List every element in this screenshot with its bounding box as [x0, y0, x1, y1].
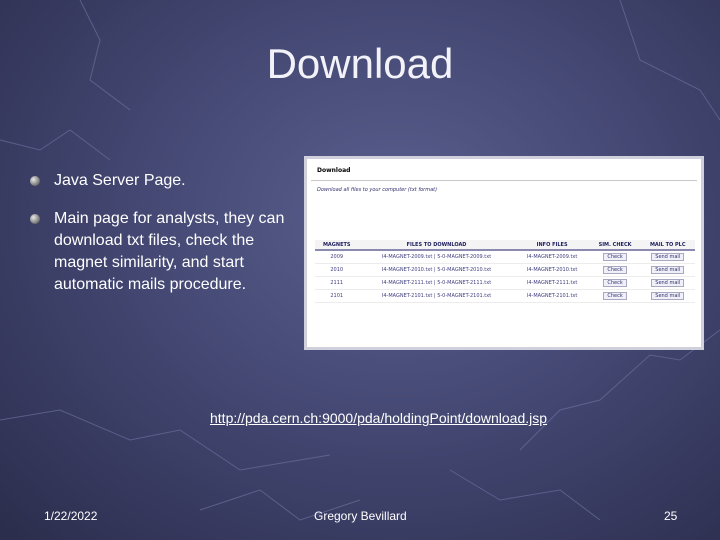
table-row: 2010 I4-MAGNET-2010.txt | 5-0-MAGNET-201… [315, 263, 695, 277]
bullet-text: Main page for analysts, they can downloa… [54, 210, 285, 293]
download-page-link[interactable]: http://pda.cern.ch:9000/pda/holdingPoint… [210, 410, 547, 426]
screenshot-header: Download [311, 163, 697, 181]
bullet-item: Java Server Page. [30, 170, 292, 192]
magnet-cell: 2111 [315, 276, 359, 290]
magnet-cell: 2009 [315, 250, 359, 264]
info-link[interactable]: I4-MAGNET-2101.txt [514, 289, 590, 303]
info-link[interactable]: I4-MAGNET-2009.txt [514, 250, 590, 264]
column-header: MAGNETS [315, 240, 359, 251]
table-row: 2101 I4-MAGNET-2101.txt | 5-0-MAGNET-210… [315, 289, 695, 303]
send-mail-button[interactable]: Send mail [651, 279, 685, 287]
download-page-screenshot: Download Download all files to your comp… [304, 156, 704, 350]
table-row: 2009 I4-MAGNET-2009.txt | 5-0-MAGNET-200… [315, 250, 695, 264]
table-row: 2111 I4-MAGNET-2111.txt | 5-0-MAGNET-211… [315, 276, 695, 290]
files-link[interactable]: I4-MAGNET-2010.txt | 5-0-MAGNET-2010.txt [358, 263, 515, 277]
check-button[interactable]: Check [603, 292, 627, 300]
bullet-dot-icon [30, 176, 40, 186]
check-button[interactable]: Check [603, 253, 627, 261]
magnet-cell: 2101 [315, 289, 359, 303]
column-header: SIM. CHECK [589, 240, 641, 251]
send-mail-button[interactable]: Send mail [651, 253, 685, 261]
files-link[interactable]: I4-MAGNET-2101.txt | 5-0-MAGNET-2101.txt [358, 289, 515, 303]
files-link[interactable]: I4-MAGNET-2009.txt | 5-0-MAGNET-2009.txt [358, 250, 515, 264]
footer-date: 1/22/2022 [44, 509, 98, 523]
info-link[interactable]: I4-MAGNET-2111.txt [514, 276, 590, 290]
bullet-text: Java Server Page. [54, 172, 186, 189]
slide-title: Download [266, 40, 454, 87]
bullet-item: Main page for analysts, they can downloa… [30, 208, 292, 296]
download-table: MAGNETS FILES TO DOWNLOAD INFO FILES SIM… [315, 240, 695, 303]
column-header: INFO FILES [514, 240, 590, 251]
screenshot-subtitle: Download all files to your computer (txt… [317, 187, 438, 193]
send-mail-button[interactable]: Send mail [651, 292, 685, 300]
check-button[interactable]: Check [603, 279, 627, 287]
files-link[interactable]: I4-MAGNET-2111.txt | 5-0-MAGNET-2111.txt [358, 276, 515, 290]
footer-page-number: 25 [664, 509, 678, 523]
info-link[interactable]: I4-MAGNET-2010.txt [514, 263, 590, 277]
bullet-dot-icon [30, 214, 40, 224]
send-mail-button[interactable]: Send mail [651, 266, 685, 274]
magnet-cell: 2010 [315, 263, 359, 277]
column-header: MAIL TO PLC [640, 240, 695, 251]
footer-author: Gregory Bevillard [314, 509, 407, 523]
check-button[interactable]: Check [603, 266, 627, 274]
column-header: FILES TO DOWNLOAD [358, 240, 515, 251]
bullet-list: Java Server Page. Main page for analysts… [30, 170, 292, 312]
